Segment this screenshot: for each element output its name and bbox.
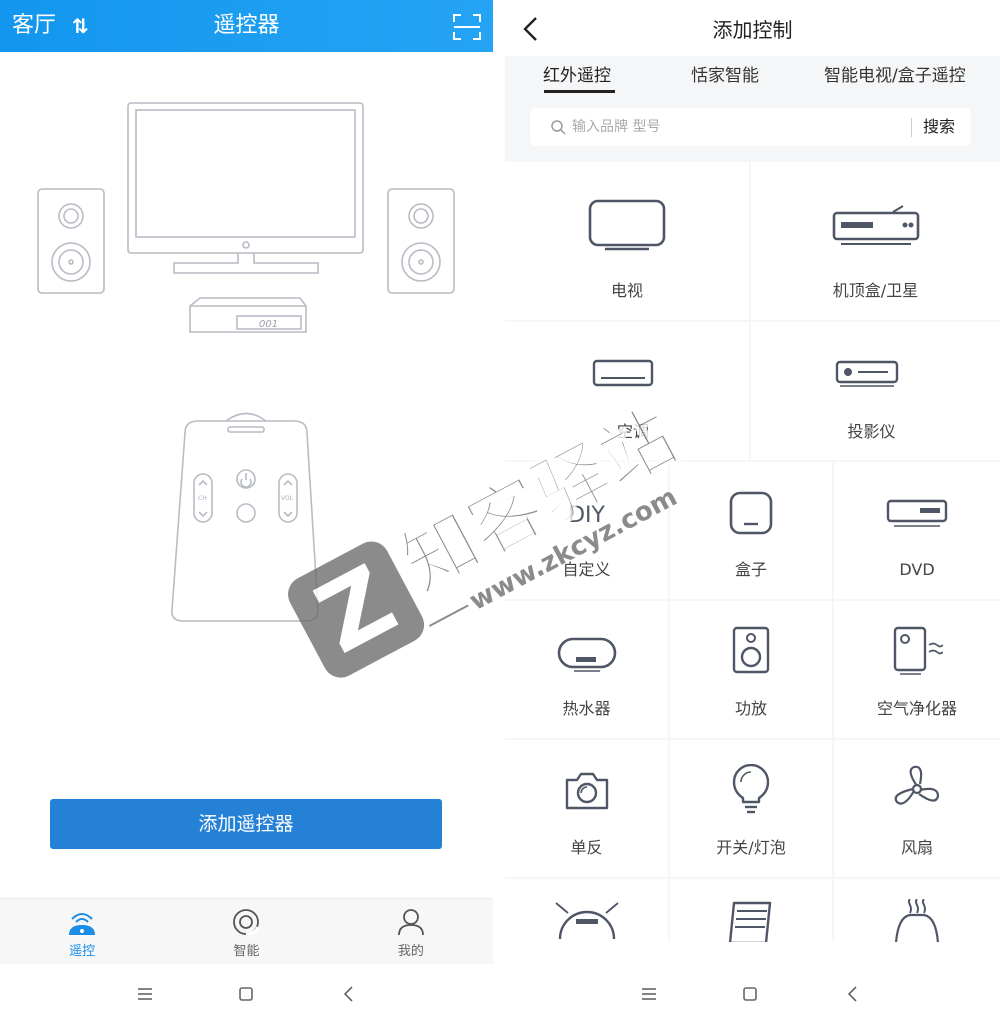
heater-icon [894,899,940,942]
device-label: 电视 [610,281,643,300]
speaker-icon [732,626,770,674]
device-list: 输入品牌 型号 搜索 电视 机顶盒/卫星 空调 投影仪 DIY 自定义 盒子 D… [505,96,1000,942]
screen-gap [493,0,505,1024]
tab-infrared[interactable]: 红外遥控 [543,64,611,88]
device-label: 热水器 [562,699,611,718]
search-icon [551,120,566,135]
projector-icon [835,360,898,387]
device-amplifier[interactable]: 功放 [670,601,832,738]
water-heater-icon [557,637,616,672]
device-label: 风扇 [900,838,933,857]
device-dslr[interactable]: 单反 [505,740,668,877]
diy-icon: DIY [568,503,605,528]
tab-smart-tv-box[interactable]: 智能电视/盒子遥控 [824,64,966,88]
device-label: 自定义 [562,560,611,579]
tab-mine-label: 我的 [397,944,424,959]
device-air-conditioner[interactable]: 空调 [505,322,749,460]
device-water-heater[interactable]: 热水器 [505,601,668,738]
robot-vacuum-icon [554,902,619,939]
top-bar: 客厅 ⇅ 遥控器 [0,0,493,52]
tv-outline [127,102,364,254]
device-curtain[interactable] [670,879,832,942]
device-label: 机顶盒/卫星 [832,281,919,300]
device-heater[interactable] [834,879,1000,942]
device-set-top-box[interactable]: 机顶盒/卫星 [751,162,1000,320]
device-label: 空调 [617,422,650,441]
device-diy[interactable]: DIY 自定义 [505,462,668,599]
tab-smart[interactable]: 智能 [164,899,328,964]
tab-remote-label: 遥控 [69,944,96,959]
page-title: 遥控器 [213,13,280,38]
tab-smart-label: 智能 [233,944,260,959]
device-air-purifier[interactable]: 空气净化器 [834,601,1000,738]
system-nav-bar [0,964,493,1024]
search-divider [911,118,912,137]
remote-vol-label: VOL [281,495,294,502]
set-top-box [189,297,307,333]
box-icon [729,491,773,535]
search-bar: 输入品牌 型号 搜索 [530,108,971,146]
remote-ch-label: CH [198,495,207,502]
device-robot-vacuum[interactable] [505,879,668,942]
tv-icon [588,199,666,251]
tab-mine[interactable]: 我的 [329,899,493,964]
remote-screen: 客厅 ⇅ 遥控器 001 CH VOL 添加遥控器 遥控 智能 我的 [0,0,493,1024]
back-icon[interactable] [841,982,865,1006]
search-input[interactable]: 输入品牌 型号 [572,118,660,136]
air-conditioner-icon [592,359,654,387]
device-fan[interactable]: 风扇 [834,740,1000,877]
system-nav-bar [505,964,1000,1024]
curtain-icon [728,901,772,942]
home-icon[interactable] [738,982,762,1006]
add-control-screen: 添加控制 红外遥控 恬家智能 智能电视/盒子遥控 输入品牌 型号 搜索 电视 机… [505,0,1000,1024]
menu-icon[interactable] [133,982,157,1006]
home-icon[interactable] [234,982,258,1006]
add-remote-button[interactable]: 添加遥控器 [50,799,442,849]
device-label: 开关/灯泡 [716,838,786,857]
light-bulb-icon [732,764,770,814]
device-switch-bulb[interactable]: 开关/灯泡 [670,740,832,877]
top-bar: 添加控制 [505,0,1000,56]
category-tabs: 红外遥控 恬家智能 智能电视/盒子遥控 [505,56,1000,96]
menu-icon[interactable] [637,982,661,1006]
set-top-box-icon [832,205,919,245]
tab-remote[interactable]: 遥控 [0,899,164,964]
page-title: 添加控制 [712,18,793,42]
device-label: 空气净化器 [876,699,957,718]
search-button[interactable]: 搜索 [923,116,955,138]
device-label: 功放 [734,699,767,718]
device-label: 投影仪 [847,422,896,441]
dvd-player-icon [886,499,948,527]
camera-icon [565,772,608,810]
device-label: 盒子 [734,560,767,579]
device-projector[interactable]: 投影仪 [751,322,1000,460]
remote-outline [225,412,267,422]
device-dvd[interactable]: DVD [834,462,1000,599]
person-icon [397,909,424,936]
remote-wifi-icon [69,913,96,935]
smart-ring-icon [233,909,260,936]
tab-tiqiaa-smart[interactable]: 恬家智能 [691,64,759,88]
device-label: 单反 [570,838,603,857]
device-tv[interactable]: 电视 [505,162,749,320]
set-top-box-display: 001 [259,319,278,330]
fan-icon [894,765,940,805]
home-theater-illustration: 001 CH VOL [37,102,455,622]
bottom-tab-bar: 遥控 智能 我的 [0,898,493,964]
back-icon[interactable] [337,982,361,1006]
air-purifier-icon [893,626,943,675]
device-label: DVD [899,560,935,579]
device-box[interactable]: 盒子 [670,462,832,599]
scan-icon[interactable] [452,13,482,41]
active-tab-indicator [544,90,615,93]
